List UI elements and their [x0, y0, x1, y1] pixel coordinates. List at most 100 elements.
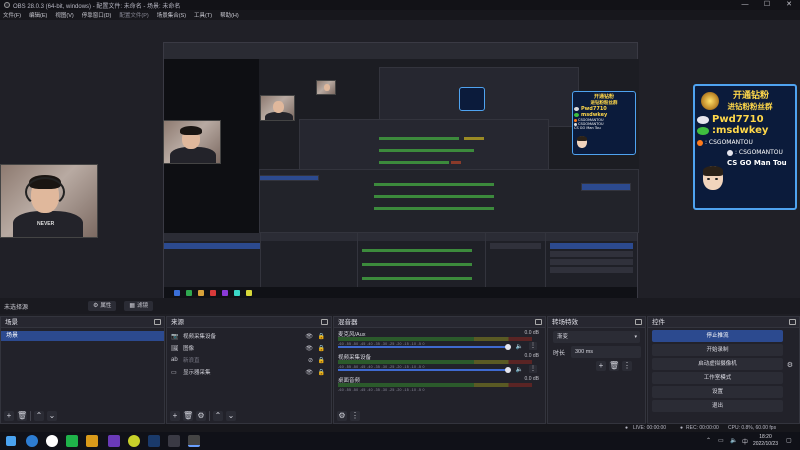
- stop-streaming-button[interactable]: 停止推流: [652, 330, 783, 342]
- mixer-menu-button[interactable]: ⋮: [350, 411, 360, 421]
- transition-type-select[interactable]: 渐变 ▾: [553, 331, 640, 343]
- edge-icon[interactable]: [26, 435, 38, 447]
- ime-icon[interactable]: 中: [742, 437, 748, 446]
- qq-icon: [697, 115, 709, 124]
- visibility-eye-icon[interactable]: 👁: [305, 333, 313, 340]
- undock-icon[interactable]: [789, 319, 796, 325]
- steam-icon[interactable]: [148, 435, 160, 447]
- promo-line1: 开通钻粉: [732, 91, 769, 101]
- remove-source-button[interactable]: 🗑: [183, 411, 193, 421]
- add-source-button[interactable]: +: [170, 411, 180, 421]
- move-up-button[interactable]: ⌃: [34, 411, 44, 421]
- tray-chevron-icon[interactable]: ⌃: [706, 437, 711, 444]
- windows-start-icon[interactable]: [6, 436, 16, 446]
- camera-icon: 📷: [171, 333, 179, 340]
- transition-menu-button[interactable]: ⋮: [622, 361, 632, 371]
- preview-area[interactable]: 开通钻粉 进钻粉粉丝群 Pwd7710 msdwkey CSGOMANTOU C…: [0, 20, 800, 312]
- close-button[interactable]: ✕: [778, 0, 800, 10]
- advanced-audio-button[interactable]: ⚙: [337, 411, 347, 421]
- undock-icon[interactable]: [535, 319, 542, 325]
- menu-file[interactable]: 文件(F): [3, 11, 21, 19]
- scenes-title: 场景: [5, 319, 18, 326]
- nested-title-bar: [164, 43, 637, 59]
- nested-meter: [374, 195, 494, 198]
- app-icon[interactable]: [128, 435, 140, 447]
- taskbar-clock[interactable]: 18:20 2022/10/23: [753, 434, 778, 448]
- menu-edit[interactable]: 编辑(E): [29, 11, 47, 19]
- app-icon[interactable]: [108, 435, 120, 447]
- nested-meter: [451, 161, 461, 164]
- gear-icon[interactable]: ⚙: [787, 360, 793, 372]
- remove-transition-button[interactable]: 🗑: [609, 361, 619, 371]
- remove-scene-button[interactable]: 🗑: [17, 411, 27, 421]
- controls-dock: 控件 停止推流 开始录制 启动虚拟摄像机 ⚙ 工作室模式 设置 退出: [647, 316, 800, 424]
- rec-timer: REC: 00:00:00: [686, 425, 719, 431]
- text-icon: ab: [171, 357, 178, 363]
- live-timer: LIVE: 00:00:00: [633, 425, 667, 431]
- lock-icon[interactable]: 🔒: [318, 357, 325, 364]
- notification-icon[interactable]: ▢: [786, 437, 792, 444]
- move-down-button[interactable]: ⌄: [226, 411, 236, 421]
- more-options-icon[interactable]: ⋮: [529, 342, 537, 350]
- qq-icon: [574, 107, 579, 111]
- no-source-label: 未选择源: [4, 304, 29, 311]
- maximize-button[interactable]: ☐: [756, 0, 778, 10]
- app-icon[interactable]: [86, 435, 98, 447]
- app-icon[interactable]: [168, 435, 180, 447]
- network-icon[interactable]: ▭: [718, 437, 724, 444]
- menu-tools[interactable]: 工具(T): [194, 11, 212, 19]
- undock-icon[interactable]: [321, 319, 328, 325]
- start-virtual-camera-button[interactable]: 启动虚拟摄像机 ⚙: [652, 358, 793, 370]
- exit-button[interactable]: 退出: [652, 400, 783, 412]
- menu-docks[interactable]: 停靠窗口(D): [82, 11, 112, 19]
- wechat-icon[interactable]: [66, 435, 78, 447]
- move-up-button[interactable]: ⌃: [213, 411, 223, 421]
- undock-icon[interactable]: [635, 319, 642, 325]
- nested-meter: [374, 207, 494, 210]
- filters-button[interactable]: ▦ 滤镜: [124, 301, 154, 311]
- source-properties-button[interactable]: ⚙: [196, 411, 206, 421]
- start-recording-button[interactable]: 开始录制: [652, 344, 783, 356]
- scene-item[interactable]: 场景: [1, 331, 164, 341]
- source-item[interactable]: 📷 视频采集设备 👁 🔒: [167, 330, 331, 342]
- duration-input[interactable]: 300 ms: [571, 346, 641, 358]
- menu-scene-collection[interactable]: 场景集合(S): [157, 11, 186, 19]
- add-transition-button[interactable]: +: [596, 361, 606, 371]
- speaker-icon[interactable]: 🔈: [516, 366, 523, 373]
- webcam-feed[interactable]: NEVER: [0, 164, 98, 238]
- properties-button[interactable]: ⚙ 属性: [88, 301, 117, 311]
- lock-icon[interactable]: 🔒: [318, 369, 325, 376]
- add-scene-button[interactable]: +: [4, 411, 14, 421]
- menu-profile[interactable]: 配置文件(P): [119, 11, 148, 19]
- speaker-icon[interactable]: 🔈: [516, 343, 523, 350]
- lock-icon[interactable]: 🔒: [318, 333, 325, 340]
- display-capture-canvas[interactable]: 开通钻粉 进钻粉粉丝群 Pwd7710 msdwkey CSGOMANTOU C…: [163, 42, 639, 312]
- visibility-eye-off-icon[interactable]: ⊘: [308, 357, 313, 364]
- undock-icon[interactable]: [154, 319, 161, 325]
- obs-taskbar-icon[interactable]: [188, 435, 200, 447]
- menu-view[interactable]: 视图(V): [55, 11, 73, 19]
- source-item[interactable]: 🖼 图像 👁 🔒: [167, 342, 331, 354]
- move-down-button[interactable]: ⌄: [47, 411, 57, 421]
- promo-footer: CS GO Man Tou: [727, 159, 787, 167]
- visibility-eye-icon[interactable]: 👁: [305, 345, 313, 352]
- more-options-icon[interactable]: ⋮: [529, 365, 537, 373]
- minimize-button[interactable]: —: [734, 0, 756, 10]
- diamond-badge-icon: [701, 92, 719, 110]
- menu-help[interactable]: 帮助(H): [220, 11, 239, 19]
- source-item[interactable]: ab 新浪直 ⊘ 🔒: [167, 354, 331, 366]
- duration-label: 时长: [553, 351, 566, 357]
- promo-card-tiny: [459, 87, 485, 111]
- volume-meter: [338, 337, 532, 341]
- source-item[interactable]: ▭ 显示器采集 👁 🔒: [167, 366, 331, 378]
- lock-icon[interactable]: 🔒: [318, 345, 325, 352]
- volume-slider[interactable]: [338, 367, 511, 373]
- chrome-icon[interactable]: [46, 435, 58, 447]
- visibility-eye-icon[interactable]: 👁: [305, 369, 313, 376]
- settings-button[interactable]: 设置: [652, 386, 783, 398]
- volume-icon[interactable]: 🔈: [730, 437, 737, 444]
- mixer-channel: 桌面音频 0.0 dB -60 -55 -50 -45 -40 -35 -30 …: [334, 374, 545, 397]
- studio-mode-button[interactable]: 工作室模式: [652, 372, 783, 384]
- volume-slider[interactable]: [338, 344, 511, 350]
- channel-db: 0.0 dB: [524, 353, 539, 359]
